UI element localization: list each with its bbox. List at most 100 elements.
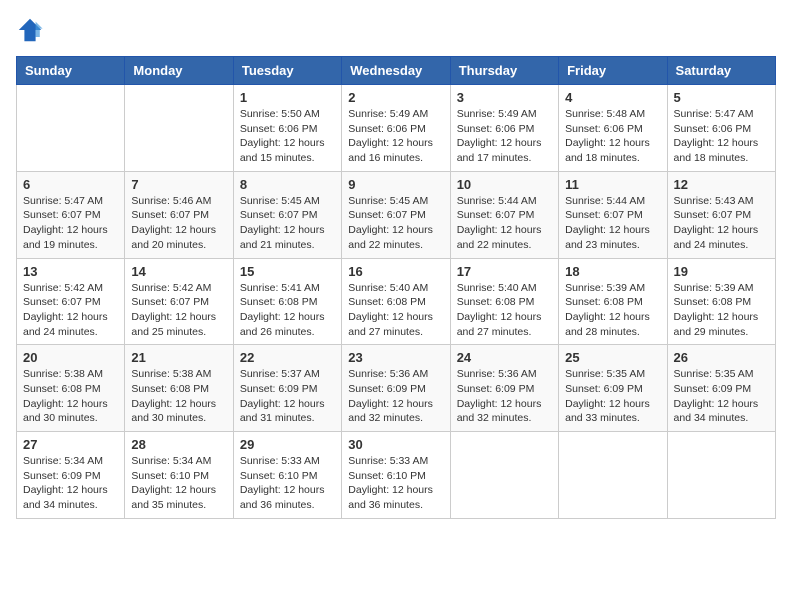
day-number: 12 [674,177,769,192]
day-info: Sunrise: 5:38 AM Sunset: 6:08 PM Dayligh… [23,367,118,426]
day-info: Sunrise: 5:33 AM Sunset: 6:10 PM Dayligh… [348,454,443,513]
calendar-cell: 28 Sunrise: 5:34 AM Sunset: 6:10 PM Dayli… [125,432,233,519]
calendar-cell: 7 Sunrise: 5:46 AM Sunset: 6:07 PM Daylig… [125,171,233,258]
day-info: Sunrise: 5:44 AM Sunset: 6:07 PM Dayligh… [565,194,660,253]
day-number: 16 [348,264,443,279]
calendar-cell: 5 Sunrise: 5:47 AM Sunset: 6:06 PM Daylig… [667,85,775,172]
calendar-cell: 20Sunrise: 5:38 AM Sunset: 6:08 PM Dayli… [17,345,125,432]
weekday-header-friday: Friday [559,57,667,85]
day-number: 8 [240,177,335,192]
day-number: 24 [457,350,552,365]
calendar-cell: 30Sunrise: 5:33 AM Sunset: 6:10 PM Dayli… [342,432,450,519]
calendar-week-2: 6Sunrise: 5:47 AM Sunset: 6:07 PM Daylig… [17,171,776,258]
day-info: Sunrise: 5:42 AM Sunset: 6:07 PM Dayligh… [131,281,226,340]
weekday-header-tuesday: Tuesday [233,57,341,85]
day-number: 28 [131,437,226,452]
calendar-week-1: 1Sunrise: 5:50 AM Sunset: 6:06 PM Daylig… [17,85,776,172]
day-number: 15 [240,264,335,279]
day-number: 2 [348,90,443,105]
day-info: Sunrise: 5:36 AM Sunset: 6:09 PM Dayligh… [348,367,443,426]
calendar-week-4: 20Sunrise: 5:38 AM Sunset: 6:08 PM Dayli… [17,345,776,432]
calendar-cell: 4 Sunrise: 5:48 AM Sunset: 6:06 PM Daylig… [559,85,667,172]
calendar-cell: 14 Sunrise: 5:42 AM Sunset: 6:07 PM Dayli… [125,258,233,345]
day-info: Sunrise: 5:40 AM Sunset: 6:08 PM Dayligh… [457,281,552,340]
day-number: 26 [674,350,769,365]
calendar-cell: 21 Sunrise: 5:38 AM Sunset: 6:08 PM Dayli… [125,345,233,432]
day-info: Sunrise: 5:49 AM Sunset: 6:06 PM Dayligh… [348,107,443,166]
calendar-cell [559,432,667,519]
weekday-header-saturday: Saturday [667,57,775,85]
calendar-cell: 27 Sunrise: 5:34 AM Sunset: 6:09 PM Dayli… [17,432,125,519]
day-number: 3 [457,90,552,105]
calendar-week-5: 27 Sunrise: 5:34 AM Sunset: 6:09 PM Dayli… [17,432,776,519]
day-info: Sunrise: 5:35 AM Sunset: 6:09 PM Dayligh… [674,367,769,426]
day-number: 4 [565,90,660,105]
day-info: Sunrise: 5:48 AM Sunset: 6:06 PM Dayligh… [565,107,660,166]
calendar-week-3: 13 Sunrise: 5:42 AM Sunset: 6:07 PM Dayli… [17,258,776,345]
calendar-cell: 16Sunrise: 5:40 AM Sunset: 6:08 PM Dayli… [342,258,450,345]
day-number: 9 [348,177,443,192]
calendar-cell: 9 Sunrise: 5:45 AM Sunset: 6:07 PM Daylig… [342,171,450,258]
weekday-header-thursday: Thursday [450,57,558,85]
weekday-header-row: SundayMondayTuesdayWednesdayThursdayFrid… [17,57,776,85]
day-info: Sunrise: 5:44 AM Sunset: 6:07 PM Dayligh… [457,194,552,253]
day-number: 10 [457,177,552,192]
calendar-cell [125,85,233,172]
day-info: Sunrise: 5:49 AM Sunset: 6:06 PM Dayligh… [457,107,552,166]
day-info: Sunrise: 5:42 AM Sunset: 6:07 PM Dayligh… [23,281,118,340]
calendar-cell: 1Sunrise: 5:50 AM Sunset: 6:06 PM Daylig… [233,85,341,172]
day-number: 19 [674,264,769,279]
day-number: 23 [348,350,443,365]
day-info: Sunrise: 5:45 AM Sunset: 6:07 PM Dayligh… [348,194,443,253]
calendar-cell: 11 Sunrise: 5:44 AM Sunset: 6:07 PM Dayli… [559,171,667,258]
day-info: Sunrise: 5:34 AM Sunset: 6:10 PM Dayligh… [131,454,226,513]
weekday-header-monday: Monday [125,57,233,85]
calendar-cell [17,85,125,172]
calendar-cell: 3 Sunrise: 5:49 AM Sunset: 6:06 PM Daylig… [450,85,558,172]
day-info: Sunrise: 5:34 AM Sunset: 6:09 PM Dayligh… [23,454,118,513]
calendar-table: SundayMondayTuesdayWednesdayThursdayFrid… [16,56,776,519]
day-info: Sunrise: 5:43 AM Sunset: 6:07 PM Dayligh… [674,194,769,253]
day-info: Sunrise: 5:37 AM Sunset: 6:09 PM Dayligh… [240,367,335,426]
day-number: 11 [565,177,660,192]
calendar-cell: 15 Sunrise: 5:41 AM Sunset: 6:08 PM Dayli… [233,258,341,345]
day-info: Sunrise: 5:47 AM Sunset: 6:07 PM Dayligh… [23,194,118,253]
day-number: 27 [23,437,118,452]
page-header [16,16,776,44]
calendar-header: SundayMondayTuesdayWednesdayThursdayFrid… [17,57,776,85]
day-number: 21 [131,350,226,365]
day-number: 22 [240,350,335,365]
calendar-cell: 12 Sunrise: 5:43 AM Sunset: 6:07 PM Dayli… [667,171,775,258]
day-info: Sunrise: 5:45 AM Sunset: 6:07 PM Dayligh… [240,194,335,253]
day-info: Sunrise: 5:41 AM Sunset: 6:08 PM Dayligh… [240,281,335,340]
calendar-cell: 19 Sunrise: 5:39 AM Sunset: 6:08 PM Dayli… [667,258,775,345]
day-number: 13 [23,264,118,279]
calendar-cell: 10 Sunrise: 5:44 AM Sunset: 6:07 PM Dayli… [450,171,558,258]
weekday-header-sunday: Sunday [17,57,125,85]
calendar-cell: 18Sunrise: 5:39 AM Sunset: 6:08 PM Dayli… [559,258,667,345]
calendar-cell: 17 Sunrise: 5:40 AM Sunset: 6:08 PM Dayli… [450,258,558,345]
day-info: Sunrise: 5:46 AM Sunset: 6:07 PM Dayligh… [131,194,226,253]
calendar-cell: 23 Sunrise: 5:36 AM Sunset: 6:09 PM Dayli… [342,345,450,432]
day-number: 7 [131,177,226,192]
day-info: Sunrise: 5:50 AM Sunset: 6:06 PM Dayligh… [240,107,335,166]
calendar-cell [667,432,775,519]
day-number: 14 [131,264,226,279]
day-info: Sunrise: 5:39 AM Sunset: 6:08 PM Dayligh… [674,281,769,340]
day-number: 17 [457,264,552,279]
calendar-cell: 8 Sunrise: 5:45 AM Sunset: 6:07 PM Daylig… [233,171,341,258]
logo-icon [16,16,44,44]
calendar-cell: 6Sunrise: 5:47 AM Sunset: 6:07 PM Daylig… [17,171,125,258]
calendar-body: 1Sunrise: 5:50 AM Sunset: 6:06 PM Daylig… [17,85,776,519]
calendar-cell: 29Sunrise: 5:33 AM Sunset: 6:10 PM Dayli… [233,432,341,519]
day-info: Sunrise: 5:35 AM Sunset: 6:09 PM Dayligh… [565,367,660,426]
calendar-cell: 2 Sunrise: 5:49 AM Sunset: 6:06 PM Daylig… [342,85,450,172]
calendar-cell: 25Sunrise: 5:35 AM Sunset: 6:09 PM Dayli… [559,345,667,432]
day-info: Sunrise: 5:33 AM Sunset: 6:10 PM Dayligh… [240,454,335,513]
day-info: Sunrise: 5:38 AM Sunset: 6:08 PM Dayligh… [131,367,226,426]
day-info: Sunrise: 5:47 AM Sunset: 6:06 PM Dayligh… [674,107,769,166]
calendar-cell: 22 Sunrise: 5:37 AM Sunset: 6:09 PM Dayli… [233,345,341,432]
day-number: 18 [565,264,660,279]
day-number: 5 [674,90,769,105]
calendar-cell [450,432,558,519]
